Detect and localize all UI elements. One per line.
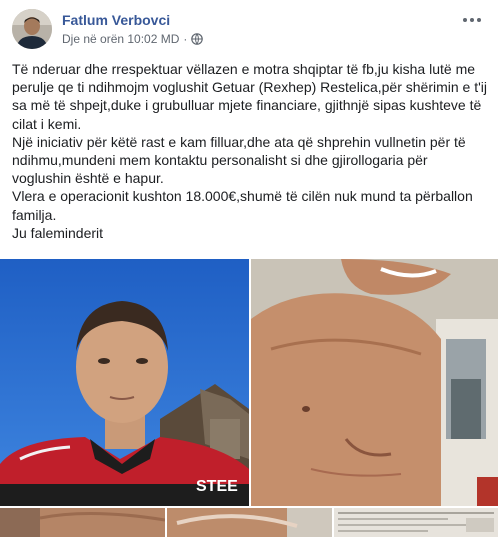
post-photo-document[interactable] (334, 508, 498, 537)
post-paragraph: Vlera e operacionit kushton 18.000€,shum… (12, 188, 473, 223)
shirt-text: STEE (196, 478, 238, 495)
post-paragraph: Ju faleminderit (12, 224, 104, 241)
post-timestamp[interactable]: Dje në orën 10:02 MD (62, 32, 179, 46)
post-body: Të nderuar dhe rrespektuar vëllazen e mo… (12, 60, 488, 242)
author-name[interactable]: Fatlum Verbovci (62, 12, 170, 28)
post-photo-thumb-1[interactable] (0, 508, 165, 537)
post-paragraph: Të nderuar dhe rrespektuar vëllazen e mo… (12, 61, 487, 132)
post-photo-thumb-2[interactable] (167, 508, 332, 537)
more-options-icon[interactable] (458, 10, 486, 30)
post-photo-boy[interactable]: STEE (0, 259, 249, 506)
meta-separator: · (183, 32, 188, 46)
post-photo-chest[interactable] (251, 259, 498, 506)
post-paragraph: Një iniciativ për këtë rast e kam fillua… (12, 133, 466, 187)
globe-icon[interactable] (191, 33, 204, 45)
post-header: Fatlum Verbovci Dje në orën 10:02 MD · (0, 0, 498, 56)
post-meta: Dje në orën 10:02 MD · (62, 32, 204, 46)
author-avatar[interactable] (12, 9, 52, 49)
